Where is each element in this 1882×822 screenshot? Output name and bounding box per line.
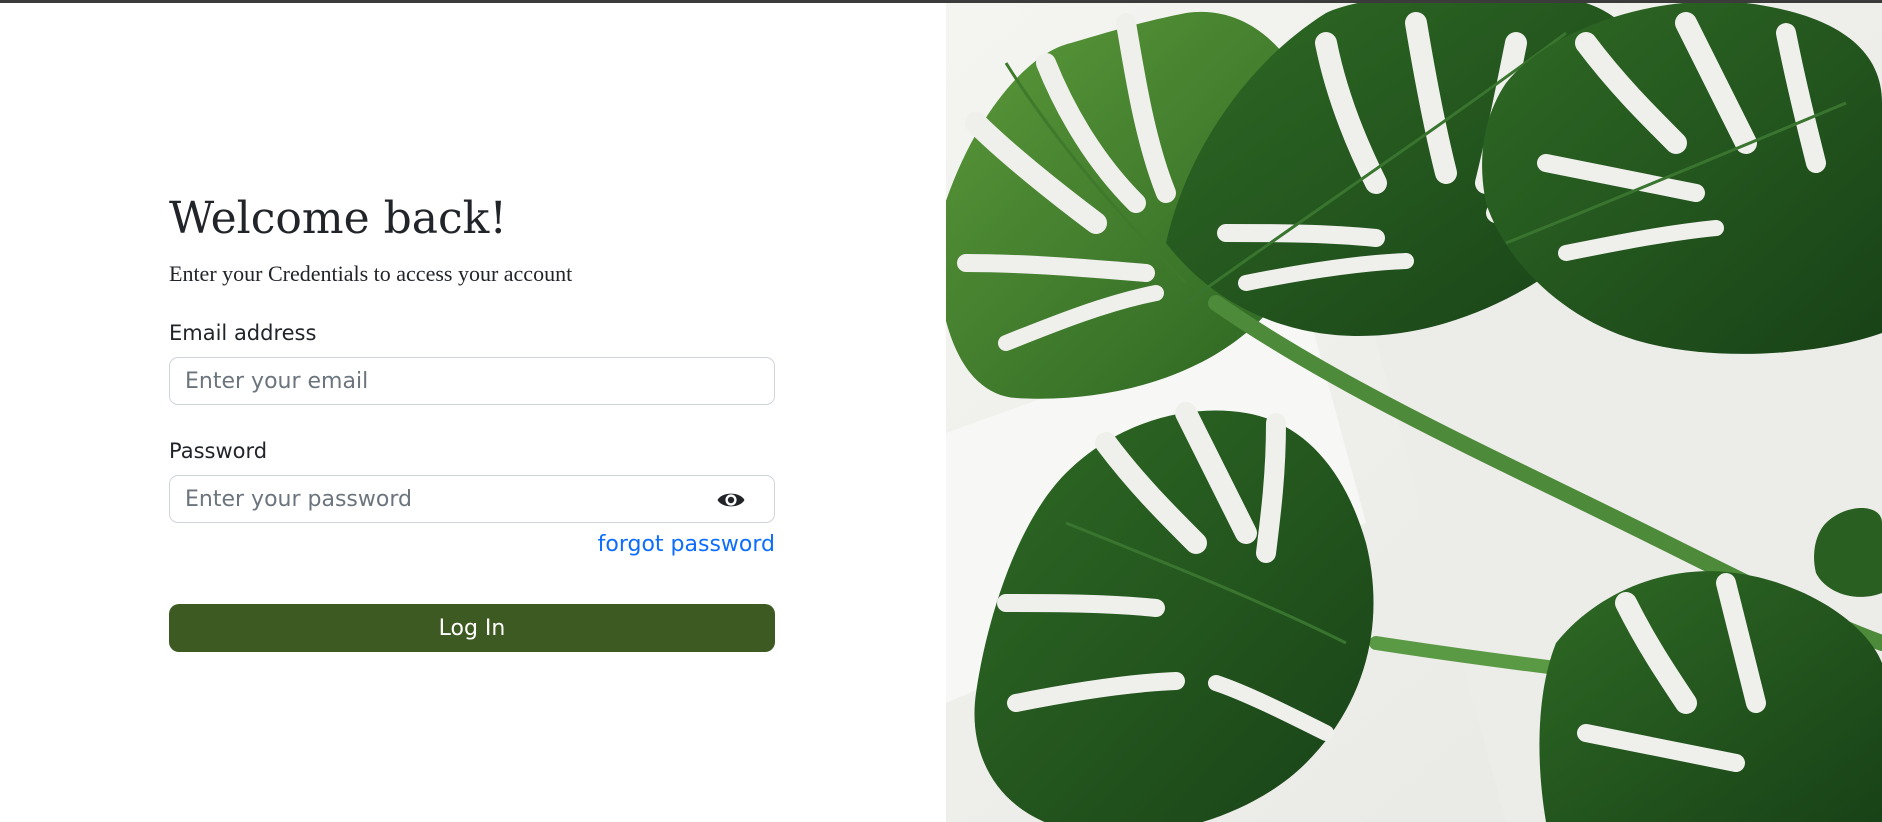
login-panel: Welcome back! Enter your Credentials to … [0,3,946,822]
password-label: Password [169,439,268,463]
login-form: Welcome back! Enter your Credentials to … [169,193,775,652]
email-field[interactable] [170,358,774,404]
password-field[interactable] [170,476,774,522]
page-subtitle: Enter your Credentials to access your ac… [169,261,573,286]
top-border [0,0,1882,3]
hero-image [946,3,1882,822]
login-page: Welcome back! Enter your Credentials to … [0,0,1882,822]
eye-icon[interactable] [716,487,746,513]
forgot-password-row: forgot password [169,530,775,560]
monstera-leaves-illustration [946,3,1882,822]
login-button[interactable]: Log In [169,604,775,652]
password-field-wrapper [169,475,775,523]
email-field-wrapper [169,357,775,405]
forgot-password-link[interactable]: forgot password [598,532,775,557]
email-label: Email address [169,321,317,345]
page-title: Welcome back! [169,193,508,244]
